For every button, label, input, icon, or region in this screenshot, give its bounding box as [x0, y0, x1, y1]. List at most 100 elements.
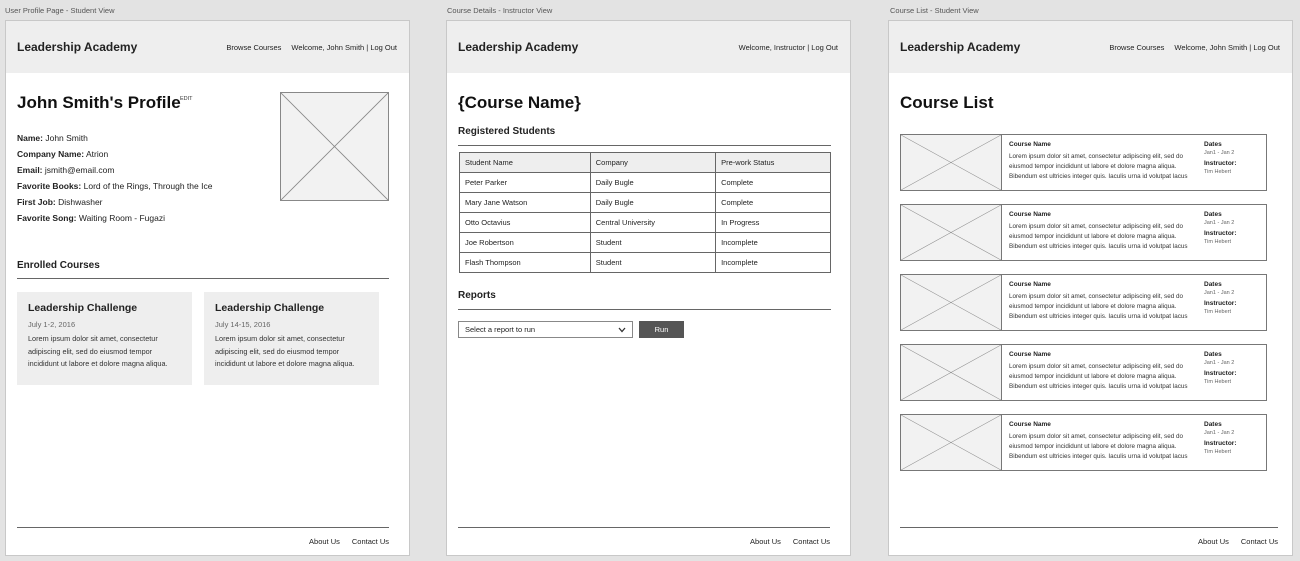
course-image-placeholder	[901, 205, 1002, 260]
header-nav: Browse Courses Welcome, John Smith | Log…	[1109, 43, 1280, 52]
dates-value: Jan1 - Jan 2	[1204, 360, 1235, 366]
dates-value: Jan1 - Jan 2	[1204, 290, 1235, 296]
course-description: Lorem ipsum dolor sit amet, consectetur …	[1009, 433, 1188, 460]
footer: About Us Contact Us	[309, 537, 389, 546]
contact-us-link[interactable]: Contact Us	[1241, 537, 1278, 546]
profile-field: Name: John Smith	[17, 133, 88, 143]
about-us-link[interactable]: About Us	[309, 537, 340, 546]
course-image-placeholder	[901, 135, 1002, 190]
table-row: Peter Parker Daily Bugle Complete	[459, 172, 831, 193]
reports-heading: Reports	[458, 290, 496, 301]
course-card-text: Lorem ipsum dolor sit amet, consectetur …	[28, 334, 168, 368]
contact-us-link[interactable]: Contact Us	[793, 537, 830, 546]
course-list-item[interactable]: Course Name Lorem ipsum dolor sit amet, c…	[900, 274, 1267, 331]
dates-value: Jan1 - Jan 2	[1204, 430, 1235, 436]
dates-label: Dates	[1204, 141, 1222, 148]
table-cell: Joe Robertson	[459, 232, 591, 253]
section-divider	[458, 309, 831, 310]
instructor-label: Instructor:	[1204, 440, 1237, 447]
welcome-logout-link[interactable]: Welcome, John Smith | Log Out	[291, 43, 397, 52]
about-us-link[interactable]: About Us	[750, 537, 781, 546]
profile-field: Favorite Song: Waiting Room - Fugazi	[17, 213, 166, 223]
header-nav: Welcome, Instructor | Log Out	[739, 43, 838, 52]
course-card[interactable]: Leadership Challenge July 14-15, 2016 Lo…	[204, 292, 379, 385]
brand-logo[interactable]: Leadership Academy	[458, 40, 578, 54]
course-list-item[interactable]: Course Name Lorem ipsum dolor sit amet, c…	[900, 204, 1267, 261]
table-cell: Otto Octavius	[459, 212, 591, 233]
course-card[interactable]: Leadership Challenge July 1-2, 2016 Lore…	[17, 292, 192, 385]
dates-label: Dates	[1204, 421, 1222, 428]
table-row: Mary Jane Watson Daily Bugle Complete	[459, 192, 831, 213]
board-title-details: Course Details - Instructor View	[447, 6, 553, 15]
site-header: Leadership Academy Browse Courses Welcom…	[6, 21, 409, 73]
course-description: Lorem ipsum dolor sit amet, consectetur …	[1009, 223, 1188, 250]
dates-label: Dates	[1204, 211, 1222, 218]
section-divider	[458, 145, 831, 146]
report-select-value: Select a report to run	[465, 325, 536, 334]
table-cell: Incomplete	[715, 252, 831, 273]
report-select[interactable]: Select a report to run	[458, 321, 633, 338]
course-card-title: Leadership Challenge	[28, 302, 138, 314]
table-cell: Flash Thompson	[459, 252, 591, 273]
column-header: Student Name	[459, 152, 591, 173]
table-cell: Complete	[715, 192, 831, 213]
registered-students-heading: Registered Students	[458, 126, 556, 137]
table-cell: Central University	[589, 212, 717, 233]
profile-field: First Job: Dishwasher	[17, 197, 103, 207]
course-list-page: Leadership Academy Browse Courses Welcom…	[888, 20, 1293, 556]
about-us-link[interactable]: About Us	[1198, 537, 1229, 546]
course-list-item[interactable]: Course Name Lorem ipsum dolor sit amet, c…	[900, 344, 1267, 401]
brand-logo[interactable]: Leadership Academy	[900, 40, 1020, 54]
registered-students-table: Student Name Company Pre-work Status Pet…	[459, 152, 831, 273]
profile-image-placeholder	[280, 92, 389, 201]
course-card-date: July 1-2, 2016	[28, 320, 76, 329]
welcome-logout-link[interactable]: Welcome, Instructor | Log Out	[739, 43, 838, 52]
instructor-value: Tim Hebert	[1204, 169, 1231, 175]
course-description: Lorem ipsum dolor sit amet, consectetur …	[1009, 293, 1188, 320]
instructor-label: Instructor:	[1204, 230, 1237, 237]
dates-value: Jan1 - Jan 2	[1204, 220, 1235, 226]
table-cell: Student	[589, 252, 717, 273]
course-list-item[interactable]: Course Name Lorem ipsum dolor sit amet, c…	[900, 134, 1267, 191]
edit-link[interactable]: EDIT	[180, 96, 193, 102]
profile-page: Leadership Academy Browse Courses Welcom…	[5, 20, 410, 556]
dates-label: Dates	[1204, 351, 1222, 358]
table-cell: Incomplete	[715, 232, 831, 253]
dates-label: Dates	[1204, 281, 1222, 288]
chevron-down-icon	[618, 327, 626, 332]
page-title: John Smith's Profile	[17, 93, 181, 112]
table-cell: Student	[589, 232, 717, 253]
browse-courses-link[interactable]: Browse Courses	[226, 43, 281, 52]
brand-logo[interactable]: Leadership Academy	[17, 40, 137, 54]
instructor-value: Tim Hebert	[1204, 309, 1231, 315]
profile-field: Company Name: Atrion	[17, 149, 109, 159]
table-header-row: Student Name Company Pre-work Status	[459, 152, 831, 173]
header-nav: Browse Courses Welcome, John Smith | Log…	[226, 43, 397, 52]
course-card-title: Leadership Challenge	[215, 302, 325, 314]
course-name: Course Name	[1009, 351, 1051, 358]
run-button[interactable]: Run	[639, 321, 684, 338]
footer-divider	[458, 527, 830, 528]
table-row: Otto Octavius Central University In Progre…	[459, 212, 831, 233]
welcome-logout-link[interactable]: Welcome, John Smith | Log Out	[1174, 43, 1280, 52]
course-name: Course Name	[1009, 281, 1051, 288]
dates-value: Jan1 - Jan 2	[1204, 150, 1235, 156]
contact-us-link[interactable]: Contact Us	[352, 537, 389, 546]
table-row: Joe Robertson Student Incomplete	[459, 232, 831, 253]
enrolled-courses-heading: Enrolled Courses	[17, 260, 100, 271]
table-cell: Peter Parker	[459, 172, 591, 193]
footer-divider	[900, 527, 1278, 528]
browse-courses-link[interactable]: Browse Courses	[1109, 43, 1164, 52]
course-list-item[interactable]: Course Name Lorem ipsum dolor sit amet, c…	[900, 414, 1267, 471]
course-name: Course Name	[1009, 141, 1051, 148]
profile-details: Name: John Smith Company Name: Atrion Em…	[17, 130, 212, 226]
footer: About Us Contact Us	[1198, 537, 1278, 546]
instructor-value: Tim Hebert	[1204, 239, 1231, 245]
table-cell: Daily Bugle	[589, 192, 717, 213]
section-divider	[17, 278, 389, 279]
instructor-label: Instructor:	[1204, 160, 1237, 167]
table-cell: In Progress	[715, 212, 831, 233]
table-cell: Mary Jane Watson	[459, 192, 591, 213]
footer-divider	[17, 527, 389, 528]
page-title: Course List	[900, 93, 994, 112]
